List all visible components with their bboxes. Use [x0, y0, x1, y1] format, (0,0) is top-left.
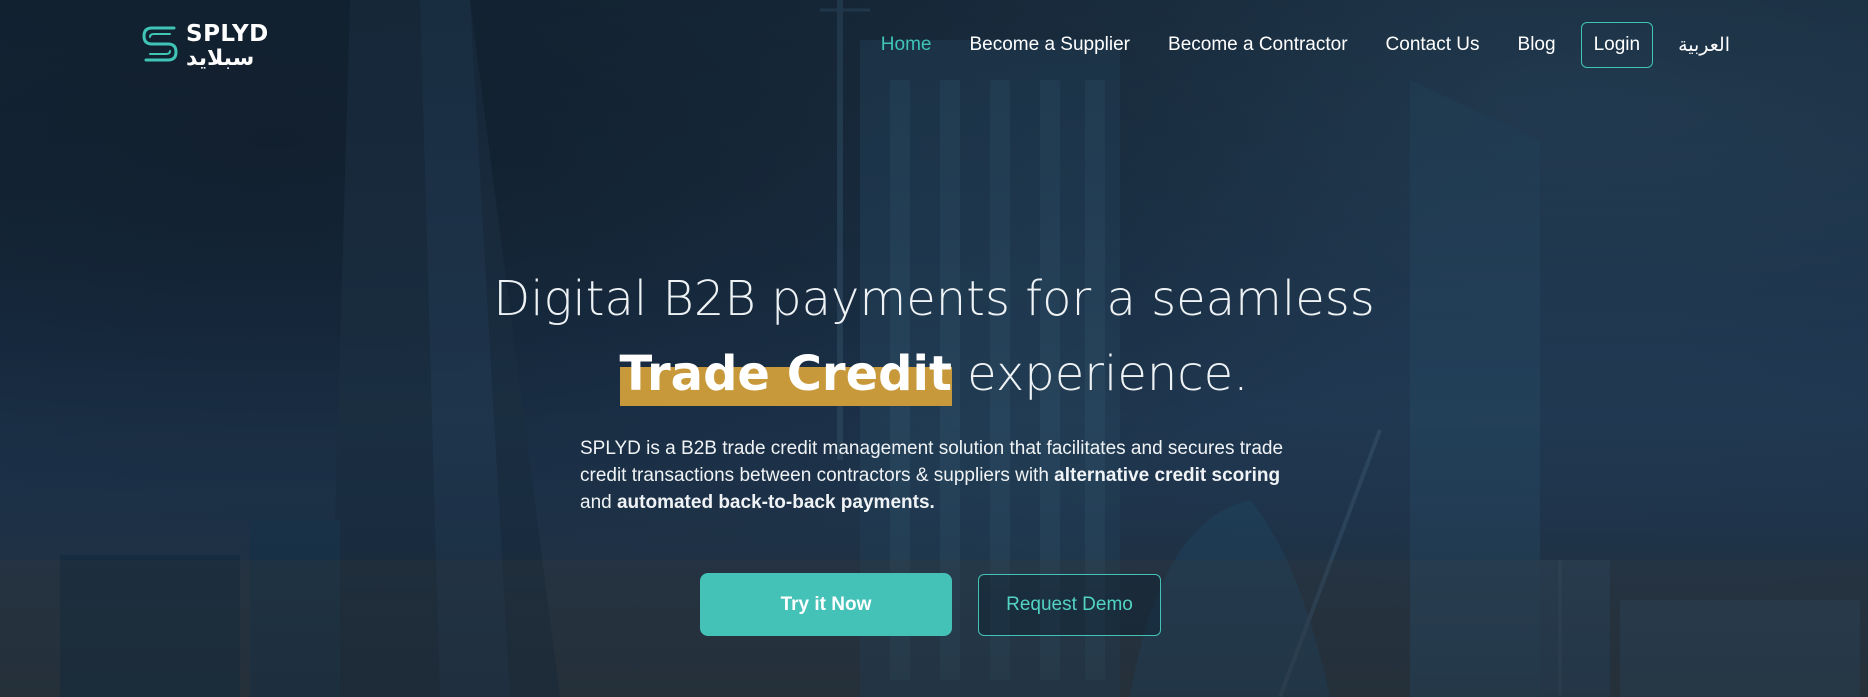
request-demo-button[interactable]: Request Demo [978, 574, 1161, 636]
desc-bold-1: alternative credit scoring [1054, 465, 1281, 486]
try-it-now-button[interactable]: Try it Now [700, 573, 952, 636]
splyd-s-icon [142, 26, 178, 62]
headline-highlight: Trade Credit [619, 337, 953, 412]
main-navigation: Home Become a Supplier Become a Contract… [843, 22, 1730, 68]
site-header: SPLYD سبلايد Home Become a Supplier Beco… [0, 0, 1868, 90]
nav-contact-us[interactable]: Contact Us [1386, 34, 1480, 56]
hero-description: SPLYD is a B2B trade credit management s… [580, 435, 1300, 516]
logo-text-ar: سبلايد [186, 45, 255, 71]
headline-line-1: Digital B2B payments for a seamless [493, 271, 1375, 327]
splyd-logo[interactable]: SPLYD سبلايد [140, 20, 270, 72]
hero-headline: Digital B2B payments for a seamless Trad… [0, 262, 1868, 412]
desc-bold-2: automated back-to-back payments. [616, 492, 935, 513]
login-button[interactable]: Login [1580, 22, 1654, 68]
nav-blog[interactable]: Blog [1518, 34, 1556, 56]
logo-text-en: SPLYD [186, 20, 269, 47]
nav-become-supplier[interactable]: Become a Supplier [969, 34, 1130, 56]
headline-rest: experience. [951, 346, 1249, 402]
language-switch[interactable]: العربية [1678, 34, 1730, 57]
desc-part-2: and [580, 492, 617, 513]
nav-home[interactable]: Home [881, 34, 932, 56]
headline-line-2: Trade Credit experience. [0, 337, 1868, 412]
nav-become-contractor[interactable]: Become a Contractor [1168, 34, 1348, 56]
